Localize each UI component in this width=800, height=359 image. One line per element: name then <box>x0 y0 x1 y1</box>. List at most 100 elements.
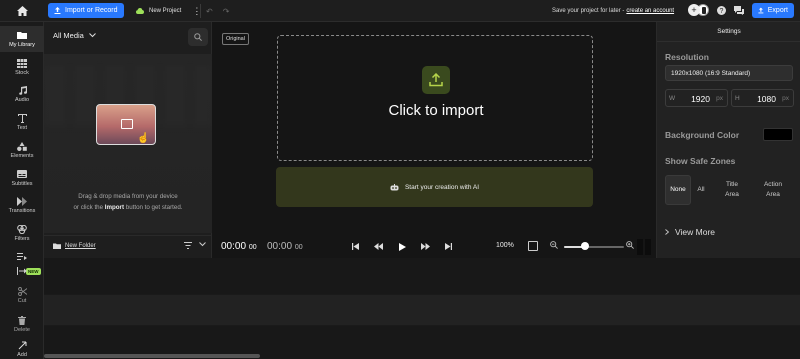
left-nav: My Library Stock Audio Text Elements Sub… <box>0 22 44 359</box>
image-icon <box>121 119 133 129</box>
nav-label: Subtitles <box>11 180 33 187</box>
drop-instructions: Drag & drop media from your device or cl… <box>44 191 212 213</box>
background-color-label: Background Color <box>665 130 740 140</box>
upload-icon <box>54 7 61 14</box>
zoom-slider-handle[interactable] <box>581 242 589 250</box>
music-note-icon <box>17 85 27 95</box>
nav-delete[interactable]: Delete <box>0 311 44 337</box>
timeline[interactable] <box>44 258 800 359</box>
shapes-icon <box>17 141 27 151</box>
audio-meter <box>637 239 651 255</box>
nav-add[interactable]: Add <box>0 336 44 359</box>
fit-to-screen-icon[interactable] <box>528 241 538 251</box>
create-account-link[interactable]: create an account <box>626 8 674 14</box>
nav-label: Stock <box>15 69 29 76</box>
play-icon[interactable] <box>398 242 407 251</box>
timeline-scrollbar[interactable] <box>44 354 260 358</box>
search-button[interactable] <box>188 28 208 46</box>
resolution-dropdown[interactable]: 1920x1080 (16:9 Standard) <box>665 65 793 81</box>
help-icon[interactable]: ? <box>715 4 728 17</box>
media-filter-dropdown[interactable]: All Media <box>53 31 96 40</box>
nav-subtitles[interactable]: Subtitles <box>0 165 44 191</box>
current-time: 00:00 00 <box>221 241 257 252</box>
nav-transitions[interactable]: Transitions <box>0 192 44 218</box>
nav-label: Text <box>16 124 28 131</box>
start-with-ai-button[interactable]: Start your creation with AI <box>276 167 593 207</box>
nav-text[interactable]: Text <box>0 109 44 135</box>
zone-none-option[interactable]: None <box>665 175 691 205</box>
width-field[interactable]: W 1920 px <box>665 89 728 107</box>
filters-icon <box>17 224 27 234</box>
save-prompt: Save your project for later - create an … <box>552 0 674 22</box>
zoom-percentage[interactable]: 100% <box>496 242 514 249</box>
export-button[interactable]: Export <box>752 3 794 18</box>
import-title: Click to import <box>388 102 484 119</box>
start-with-ai-label: Start your creation with AI <box>404 183 480 191</box>
zoom-out-icon[interactable] <box>550 241 559 250</box>
click-to-import-zone[interactable]: Click to import <box>277 35 593 161</box>
rewind-icon[interactable] <box>374 242 383 251</box>
save-prompt-text: Save your project for later - <box>552 8 625 14</box>
zone-action-area-option[interactable]: Action Area <box>753 175 793 205</box>
upload-icon <box>422 66 450 94</box>
skip-to-end-icon[interactable] <box>444 242 453 251</box>
new-folder-label: New Folder <box>65 243 96 249</box>
total-time: 00:00 00 <box>267 241 303 252</box>
nav-stock[interactable]: Stock <box>0 54 44 80</box>
zoom-in-icon[interactable] <box>626 241 635 250</box>
drop-line-1: Drag & drop media from your device <box>78 193 178 200</box>
zone-all-option[interactable]: All <box>691 175 711 205</box>
nav-my-library[interactable]: My Library <box>0 26 44 52</box>
resolution-label: Resolution <box>665 52 709 62</box>
safe-zones-label: Show Safe Zones <box>665 156 736 166</box>
media-drop-zone[interactable]: ☝ Drag & drop media from your device or … <box>44 54 212 233</box>
nav-label: Cut <box>17 297 27 304</box>
view-more-toggle[interactable]: View More <box>665 227 715 237</box>
trash-icon <box>17 315 27 325</box>
preview-canvas: Original Click to import Start your crea… <box>212 22 656 236</box>
hand-cursor-icon: ☝ <box>137 133 150 144</box>
history-controls: ↶ ↷ <box>206 0 229 22</box>
project-title[interactable]: New Project ⋮ <box>136 0 201 22</box>
scissors-icon <box>17 286 27 296</box>
export-label: Export <box>767 7 788 14</box>
nav-split[interactable] <box>0 262 44 280</box>
new-folder-button[interactable]: New Folder <box>53 243 96 249</box>
collaborators[interactable]: + <box>688 4 709 16</box>
fast-forward-icon[interactable] <box>421 242 430 251</box>
chat-icon[interactable] <box>732 4 745 17</box>
drop-line-2: or click the Import button to get starte… <box>73 204 183 211</box>
height-field[interactable]: H 1080 px <box>731 89 794 107</box>
nav-cut[interactable]: Cut <box>0 282 44 308</box>
nav-label: My Library <box>9 41 35 48</box>
svg-text:?: ? <box>720 8 724 15</box>
nav-label: Elements <box>10 152 34 159</box>
timeline-track[interactable] <box>44 294 800 326</box>
nav-label: Add <box>17 351 27 358</box>
height-unit: px <box>782 95 789 102</box>
nav-label: Delete <box>14 326 30 333</box>
folder-icon <box>17 31 27 40</box>
zone-title-area-option[interactable]: Title Area <box>711 175 753 205</box>
zoom-slider[interactable] <box>564 246 624 248</box>
transitions-icon <box>17 196 27 206</box>
sort-control[interactable] <box>184 242 206 249</box>
original-tag[interactable]: Original <box>222 33 249 45</box>
nav-filters[interactable]: Filters <box>0 220 44 246</box>
skip-to-start-icon[interactable] <box>351 242 360 251</box>
home-icon <box>16 6 28 16</box>
add-collaborator-icon[interactable]: + <box>688 4 700 16</box>
playback-bar: 00:00 00 00:00 00 100% <box>212 236 656 258</box>
view-more-label: View More <box>675 227 715 237</box>
nav-elements[interactable]: Elements <box>0 137 44 163</box>
width-value: 1920 <box>691 94 710 104</box>
home-button[interactable] <box>0 0 44 22</box>
settings-header: Settings <box>657 22 800 42</box>
nav-audio[interactable]: Audio <box>0 81 44 107</box>
import-keyword: Import <box>104 204 125 211</box>
undo-icon[interactable]: ↶ <box>206 7 213 16</box>
import-or-record-button[interactable]: Import or Record <box>48 3 124 18</box>
redo-icon[interactable]: ↷ <box>223 7 230 16</box>
background-color-swatch[interactable] <box>763 128 793 141</box>
nav-label: Audio <box>14 96 30 103</box>
